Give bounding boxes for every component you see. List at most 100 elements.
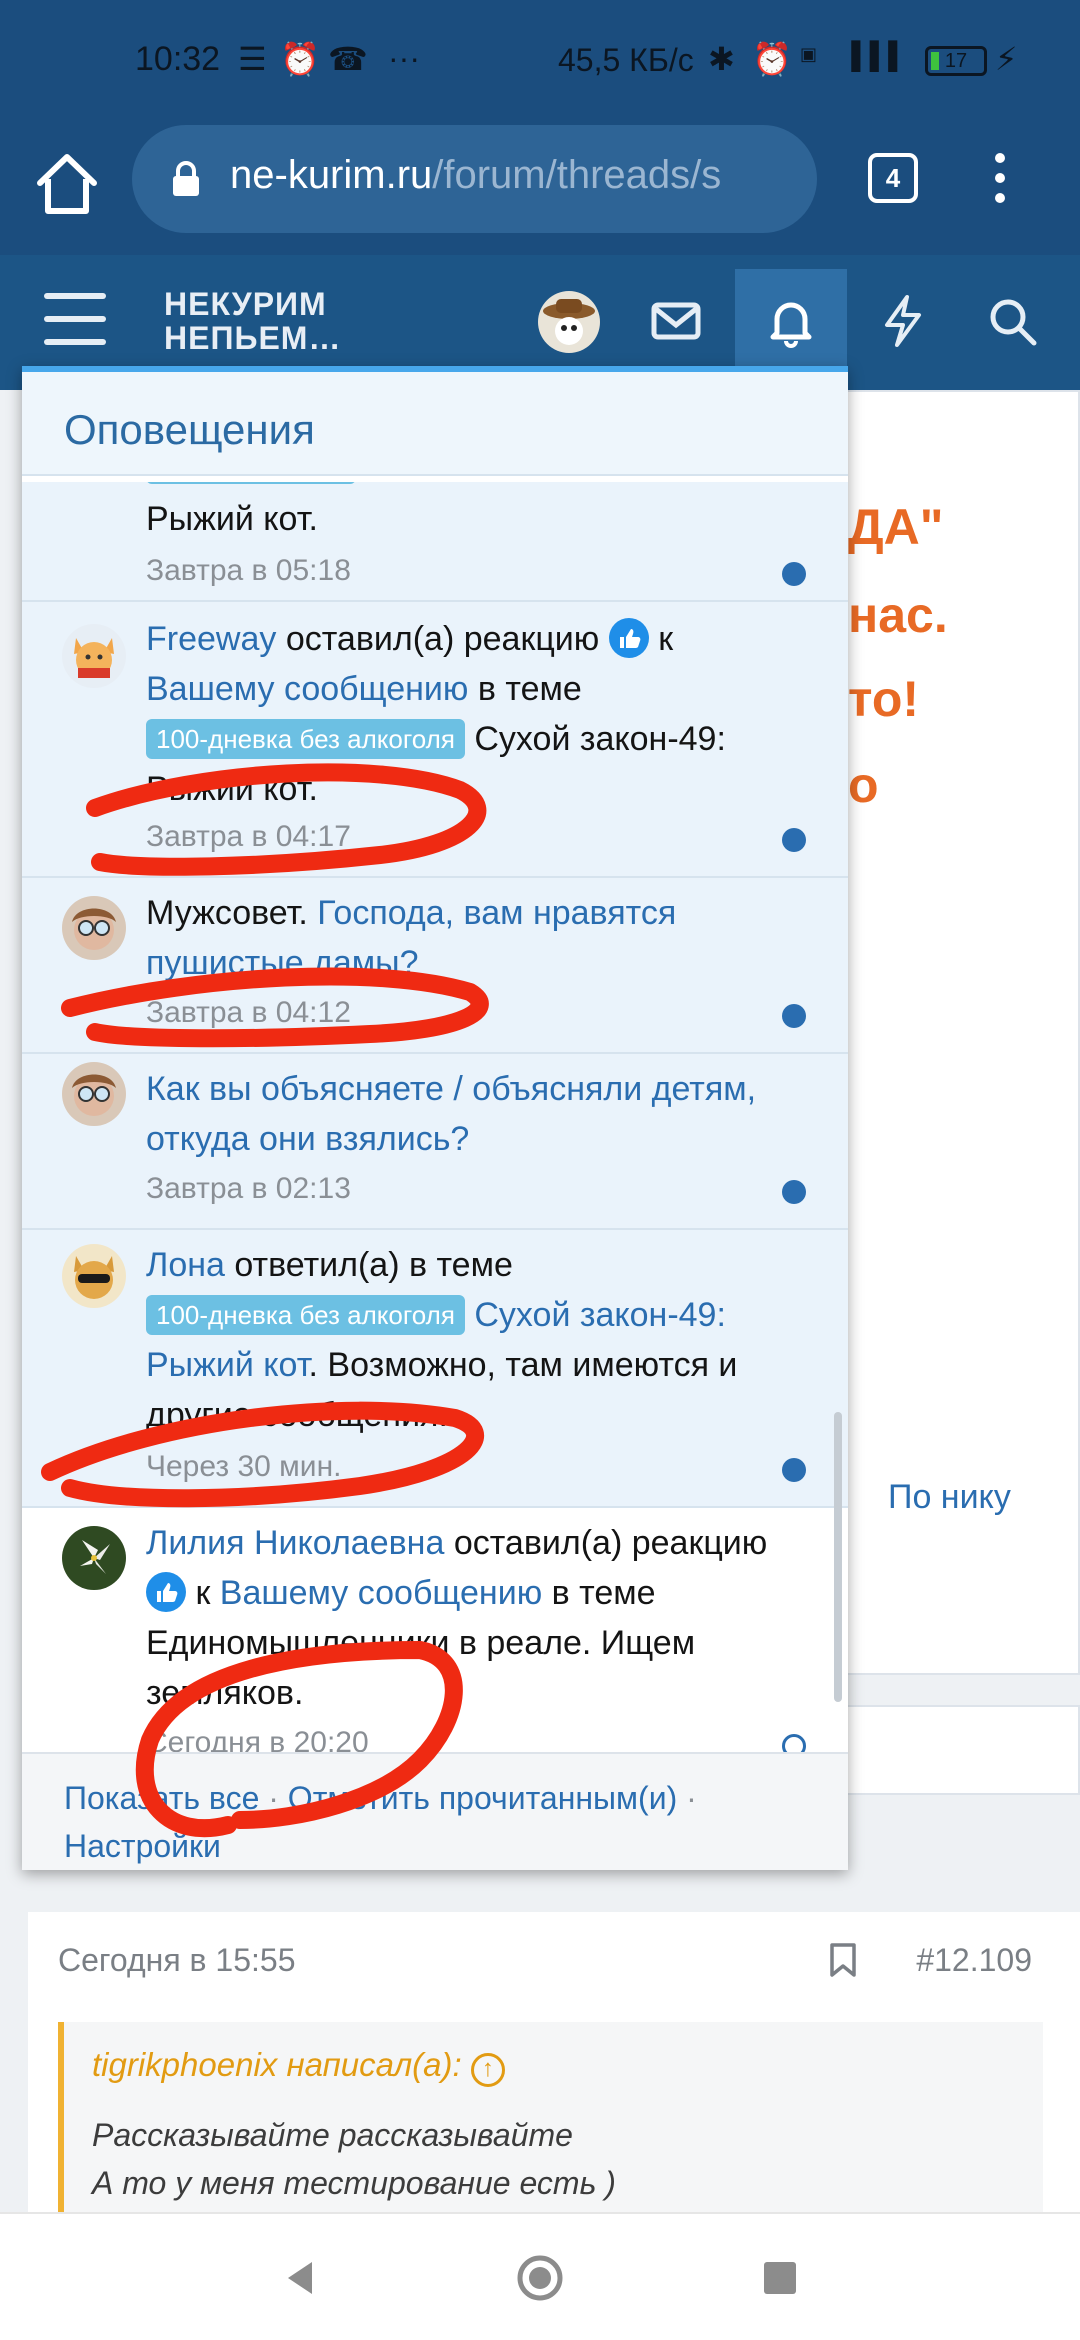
notification-thread-tail: Рыжий кот.	[146, 770, 318, 808]
notification-item[interactable]: Freeway оставил(а) реакцию к Вашему сооб…	[22, 602, 848, 878]
notification-time: Через 30 мин.	[146, 1450, 342, 1483]
quote-author: tigrikphoenix написал(а):	[92, 2046, 462, 2083]
notification-time: Завтра в 04:17	[146, 820, 351, 853]
settings-link[interactable]: Настройки	[64, 1828, 221, 1864]
status-time: 10:32	[135, 40, 221, 78]
bookmark-icon[interactable]	[828, 1942, 858, 1978]
unread-dot[interactable]	[782, 1004, 806, 1028]
quote-header[interactable]: tigrikphoenix написал(а): ↑	[64, 2022, 1043, 2087]
unread-dot[interactable]	[782, 1180, 806, 1204]
battery-level: 17	[944, 50, 968, 72]
url-text: ne-kurim.ru/forum/threads/s	[230, 153, 721, 198]
notification-text: Freeway оставил(а) реакцию к Вашему сооб…	[146, 614, 808, 814]
thread-prefix-label[interactable]: 100-дневка без алкоголя	[146, 1295, 465, 1335]
cast-icon: ☰	[238, 41, 267, 77]
site-logo[interactable]: НЕКУРИМ НЕПЬЕМ…	[164, 287, 341, 355]
hamburger-menu-icon[interactable]	[44, 293, 106, 345]
notification-user-link[interactable]: Freeway	[146, 620, 276, 658]
notification-time: Сегодня в 20:20	[146, 1726, 369, 1752]
notification-text: Лона ответил(а) в теме 100-дневка без ал…	[146, 1240, 808, 1440]
popup-scrollbar[interactable]	[834, 1412, 842, 1702]
unread-dot[interactable]	[782, 828, 806, 852]
alarm-icon-right: ⏰	[752, 41, 792, 77]
thread-prefix-partial	[146, 482, 356, 484]
notification-user-link[interactable]: Лилия Николаевна	[146, 1524, 444, 1562]
post-quote: tigrikphoenix написал(а): ↑ Рассказывайт…	[58, 2022, 1043, 2242]
bg-orange-text-4: о	[848, 757, 879, 813]
notification-time: Завтра в 05:18	[146, 554, 351, 587]
glasses-avatar-image	[72, 908, 116, 950]
avatar-user[interactable]	[62, 1062, 126, 1126]
notification-text: Мужсовет. Господа, вам нравятся пушистые…	[146, 888, 808, 988]
lock-icon	[173, 161, 199, 196]
user-avatar[interactable]	[538, 291, 600, 353]
quote-line-2: А то у меня тестирование есть )	[92, 2165, 616, 2201]
recents-icon[interactable]	[752, 2250, 808, 2306]
logo-line-2: НЕПЬЕМ…	[164, 320, 342, 356]
show-all-link[interactable]: Показать все	[64, 1780, 259, 1816]
notification-time: Завтра в 02:13	[146, 1172, 351, 1205]
url-path: /forum/threads/s	[432, 153, 722, 197]
bg-orange-text-1: ДА"	[848, 499, 944, 555]
url-bar[interactable]: ne-kurim.ru/forum/threads/s	[132, 125, 817, 233]
unread-dot[interactable]	[782, 1458, 806, 1482]
quote-body: Рассказывайте рассказывайте А то у меня …	[64, 2087, 1043, 2207]
status-bar: 10:32 ☰ ⏰ ☎ ··· 45,5 КБ/с ✱ ⏰ ▣ ▐▐▐ 17 ⚡	[0, 0, 1080, 125]
search-icon[interactable]	[984, 293, 1040, 349]
notification-time: Завтра в 04:12	[146, 996, 351, 1029]
notification-post-link[interactable]: Вашему сообщению	[220, 1574, 542, 1612]
like-reaction-icon	[146, 1572, 186, 1612]
charging-icon: ⚡	[995, 41, 1018, 77]
avatar-user[interactable]	[62, 896, 126, 960]
avatar-liliya[interactable]	[62, 1526, 126, 1590]
home-icon[interactable]	[32, 149, 102, 219]
notification-thread-link[interactable]: Как вы объясняете / объясняли детям, отк…	[146, 1070, 756, 1158]
like-reaction-icon	[608, 618, 649, 658]
read-dot[interactable]	[782, 1734, 806, 1752]
quote-jump-icon[interactable]: ↑	[470, 2053, 505, 2087]
bell-icon	[770, 302, 812, 348]
forum-post: Сегодня в 15:55 #12.109 tigrikphoenix на…	[28, 1912, 1080, 2242]
home-nav-icon[interactable]	[512, 2250, 568, 2306]
notification-thread: Сухой закон-49:	[464, 720, 726, 758]
post-number[interactable]: #12.109	[916, 1942, 1032, 1979]
notification-item[interactable]: Рыжий кот. Завтра в 05:18	[22, 482, 848, 602]
notification-text: Лилия Николаевна оставил(а) реакцию к Ва…	[146, 1518, 808, 1718]
notification-post-link[interactable]: Вашему сообщению	[146, 670, 468, 708]
whats-new-icon[interactable]	[875, 293, 931, 349]
glasses-avatar-image	[72, 1074, 116, 1116]
notification-connector: к	[648, 620, 674, 658]
alarm-icon: ⏰	[280, 41, 320, 77]
notifications-list: Рыжий кот. Завтра в 05:18 Freeway остави…	[22, 482, 848, 1752]
notification-middle-text: в теме	[468, 670, 582, 708]
tab-switcher-button[interactable]: 4	[868, 153, 918, 203]
logo-line-1: НЕКУРИМ	[164, 286, 327, 322]
battery-icon: 17	[925, 46, 987, 76]
notification-text: Рыжий кот.	[146, 500, 318, 538]
avatar-freeway[interactable]	[62, 624, 126, 688]
notification-item[interactable]: Как вы объясняете / объясняли детям, отк…	[22, 1054, 848, 1230]
by-nick-link[interactable]: По нику	[888, 1478, 1011, 1517]
post-date[interactable]: Сегодня в 15:55	[58, 1942, 296, 1979]
lily-avatar-image	[80, 1540, 110, 1574]
back-icon[interactable]	[272, 2250, 328, 2306]
avatar-lona[interactable]	[62, 1244, 126, 1308]
system-nav-bar	[0, 2212, 1080, 2340]
volte-icon: ▣	[800, 44, 818, 64]
signal-icon: ▐▐▐	[842, 40, 898, 70]
notification-action: ответил(а) в теме	[224, 1246, 513, 1284]
notification-text: Как вы объясняете / объясняли детям, отк…	[146, 1064, 808, 1164]
notification-item[interactable]: Лона ответил(а) в теме 100-дневка без ал…	[22, 1230, 848, 1508]
sunglasses-cat-avatar-image	[74, 1256, 114, 1299]
notification-user-link[interactable]: Лона	[146, 1246, 225, 1284]
network-speed: 45,5 КБ/с	[558, 42, 694, 78]
unread-dot[interactable]	[782, 562, 806, 586]
notification-item[interactable]: Лилия Николаевна оставил(а) реакцию к Ва…	[22, 1508, 848, 1752]
mark-read-link[interactable]: Отметить прочитанным(и)	[288, 1780, 677, 1816]
inbox-icon[interactable]	[648, 293, 704, 349]
bluetooth-icon: ✱	[708, 41, 735, 77]
browser-menu-icon[interactable]	[985, 153, 1015, 213]
popup-footer: Показать все · Отметить прочитанным(и) ·…	[22, 1752, 848, 1870]
thread-prefix-label[interactable]: 100-дневка без алкоголя	[146, 719, 465, 759]
notification-item[interactable]: Мужсовет. Господа, вам нравятся пушистые…	[22, 878, 848, 1054]
